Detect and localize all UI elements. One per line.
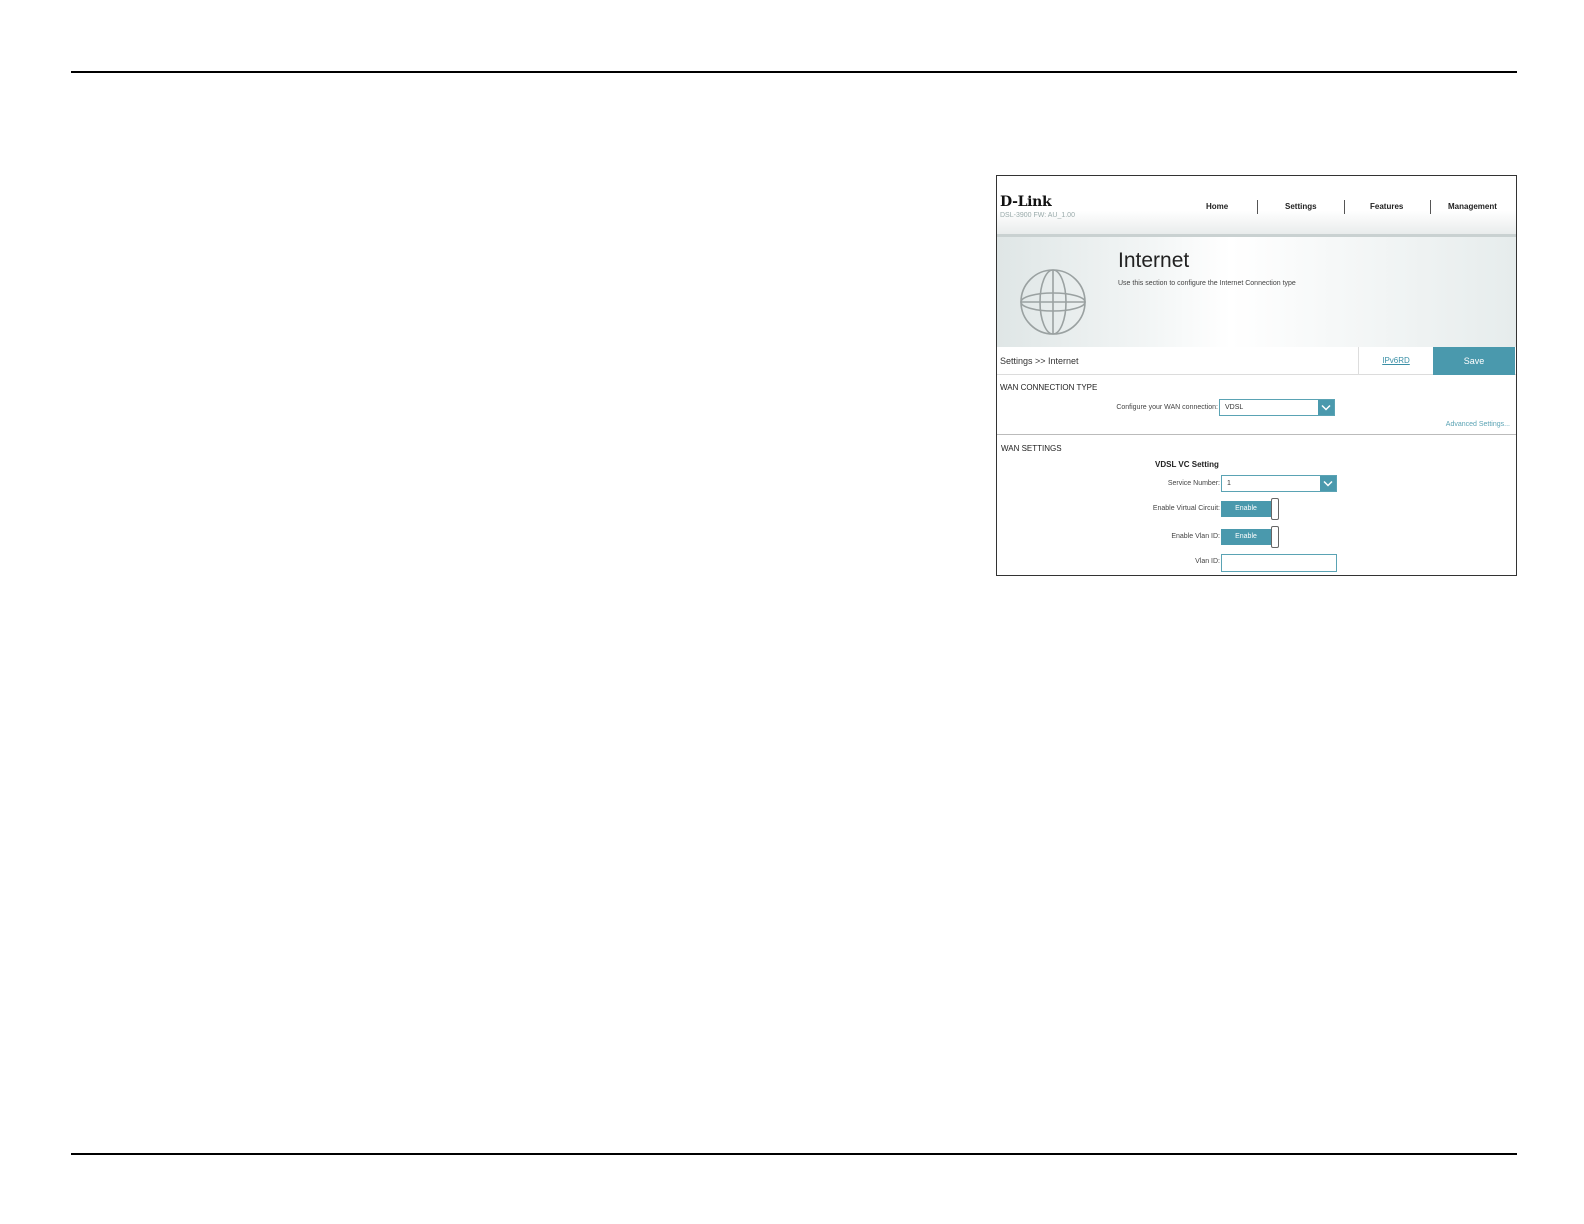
vlan-enable-label: Enable Vlan ID:: [1171, 533, 1220, 540]
model-firmware: DSL-3900 FW: AU_1.00: [1000, 212, 1075, 219]
dlink-logo: D-Link: [1000, 194, 1052, 210]
wan-connection-select[interactable]: VDSL: [1219, 399, 1335, 416]
router-ui-screenshot: D-Link DSL-3900 FW: AU_1.00 Home Setting…: [996, 175, 1517, 576]
breadcrumb: Settings >> Internet: [1000, 356, 1079, 366]
service-number-select[interactable]: 1: [1221, 475, 1337, 492]
wan-connection-label: Configure your WAN connection:: [1116, 404, 1218, 411]
chevron-down-icon[interactable]: [1318, 400, 1334, 415]
vlan-enable-state: Enable: [1221, 529, 1271, 545]
ipv6rd-link[interactable]: IPv6RD: [1358, 347, 1433, 375]
virtual-circuit-label: Enable Virtual Circuit:: [1152, 505, 1220, 512]
nav-home[interactable]: Home: [1206, 202, 1228, 211]
wan-connection-section-title: WAN CONNECTION TYPE: [1000, 383, 1098, 392]
page-description: Use this section to configure the Intern…: [1118, 280, 1296, 287]
page-banner: Internet Use this section to configure t…: [997, 234, 1516, 347]
vlan-id-input[interactable]: [1221, 554, 1337, 572]
globe-icon: [1020, 269, 1086, 335]
vdsl-vc-subheading: VDSL VC Setting: [1155, 460, 1219, 469]
top-header: D-Link DSL-3900 FW: AU_1.00 Home Setting…: [997, 176, 1516, 234]
page-title: Internet: [1118, 249, 1190, 272]
service-number-label: Service Number:: [1167, 480, 1220, 487]
virtual-circuit-state: Enable: [1221, 501, 1271, 517]
wan-settings-section-title: WAN SETTINGS: [1001, 444, 1062, 453]
page-bottom-rule: [71, 1153, 1517, 1155]
nav-separator: [1344, 200, 1345, 214]
page-top-rule: [71, 71, 1517, 73]
action-bar: Settings >> Internet IPv6RD Save: [997, 347, 1516, 375]
vlan-enable-toggle[interactable]: Enable: [1221, 526, 1281, 548]
nav-features[interactable]: Features: [1370, 202, 1403, 211]
toggle-knob[interactable]: [1271, 498, 1279, 520]
save-button[interactable]: Save: [1433, 347, 1515, 375]
service-number-value: 1: [1227, 480, 1231, 487]
nav-separator: [1257, 200, 1258, 214]
nav-management[interactable]: Management: [1448, 202, 1497, 211]
vlan-id-label: Vlan ID:: [1195, 558, 1220, 565]
nav-separator: [1430, 200, 1431, 214]
toggle-knob[interactable]: [1271, 526, 1279, 548]
section-divider: [997, 434, 1516, 435]
advanced-settings-link[interactable]: Advanced Settings...: [1446, 421, 1510, 428]
virtual-circuit-toggle[interactable]: Enable: [1221, 498, 1281, 520]
nav-settings[interactable]: Settings: [1285, 202, 1317, 211]
chevron-down-icon[interactable]: [1320, 476, 1336, 491]
wan-connection-value: VDSL: [1225, 404, 1244, 411]
